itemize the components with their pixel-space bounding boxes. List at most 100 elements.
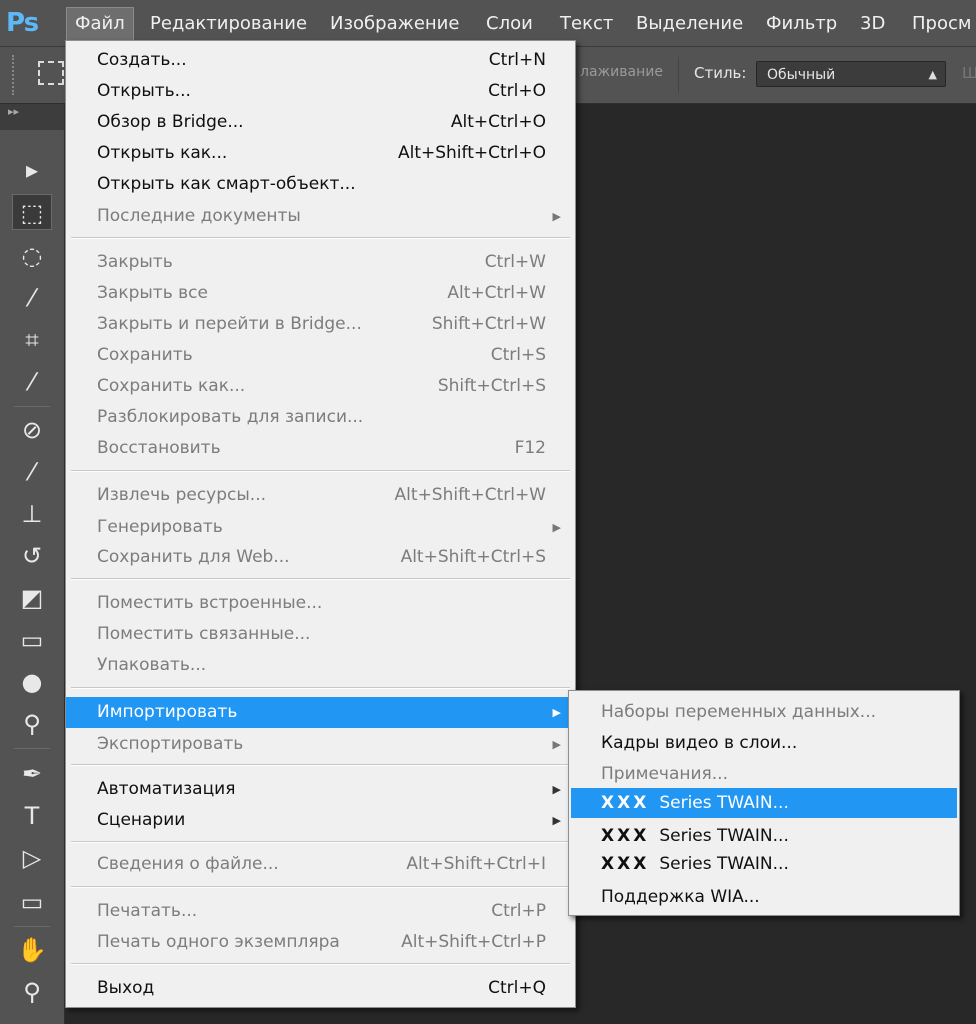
rect-marquee-icon[interactable]: ⬚ (12, 194, 52, 230)
menu-item-exit[interactable]: Выход Ctrl+Q (66, 973, 575, 1004)
menu-item-label: Сценарии (97, 810, 186, 830)
menu-item-label: Сохранить для Web... (97, 547, 290, 567)
menu-item-place-embedded[interactable]: Поместить встроенные... (66, 588, 575, 619)
menu-separator (71, 841, 570, 843)
tools-panel-header[interactable]: ▸▸ (0, 104, 64, 130)
menu-item-print-one[interactable]: Печать одного экземпляра Alt+Shift+Ctrl+… (66, 927, 575, 958)
brush-icon[interactable]: ⁄ (12, 454, 52, 490)
submenu-item-variable-data-sets[interactable]: Наборы переменных данных... (571, 697, 957, 727)
menu-item-browse-bridge[interactable]: Обзор в Bridge... Alt+Ctrl+O (66, 107, 575, 138)
menu-item-save-as[interactable]: Сохранить как... Shift+Ctrl+S (66, 371, 575, 402)
menu-item-label: Сведения о файле... (97, 854, 279, 874)
menu-item-package[interactable]: Упаковать... (66, 650, 575, 681)
crop-icon[interactable]: ⌗ (12, 322, 52, 358)
menu-file[interactable]: Файл (66, 7, 134, 41)
menu-item-generate[interactable]: Генерировать ▶ (66, 512, 575, 543)
menu-item-label: Создать... (97, 50, 187, 70)
menu-item-label: Сохранить (97, 345, 193, 365)
clone-stamp-icon[interactable]: ⊥ (12, 496, 52, 532)
menu-item-shortcut: Shift+Ctrl+S (437, 376, 546, 396)
submenu-item-label: Наборы переменных данных... (601, 702, 877, 722)
submenu-item-label: Series TWAIN... (659, 793, 789, 813)
tools-divider (14, 406, 50, 407)
blur-icon[interactable]: ● (12, 664, 52, 700)
menu-item-file-info[interactable]: Сведения о файле... Alt+Shift+Ctrl+I (66, 849, 575, 880)
file-menu: Создать... Ctrl+N Открыть... Ctrl+O Обзо… (65, 40, 576, 1008)
type-icon[interactable]: T (12, 798, 52, 834)
menu-item-unlock[interactable]: Разблокировать для записи... (66, 402, 575, 433)
menu-separator (71, 237, 570, 239)
menu-item-label: Восстановить (97, 438, 221, 458)
menu-type[interactable]: Текст (552, 8, 621, 40)
menu-item-label: Извлечь ресурсы... (97, 485, 266, 505)
menu-item-close[interactable]: Закрыть Ctrl+W (66, 247, 575, 278)
menu-item-export[interactable]: Экспортировать ▶ (66, 729, 575, 760)
menu-item-place-linked[interactable]: Поместить связанные... (66, 619, 575, 650)
menu-item-automate[interactable]: Автоматизация ▶ (66, 774, 575, 805)
rectangle-icon[interactable]: ▭ (12, 884, 52, 920)
submenu-item-video-frames[interactable]: Кадры видео в слои... (571, 728, 957, 758)
menu-select[interactable]: Выделение (628, 8, 751, 40)
menu-item-save[interactable]: Сохранить Ctrl+S (66, 340, 575, 371)
menu-item-revert[interactable]: Восстановить F12 (66, 433, 575, 464)
menu-item-print[interactable]: Печатать... Ctrl+P (66, 896, 575, 927)
menu-item-close-go-bridge[interactable]: Закрыть и перейти в Bridge... Shift+Ctrl… (66, 309, 575, 340)
menu-item-label: Упаковать... (97, 655, 207, 675)
submenu-item-notes[interactable]: Примечания... (571, 759, 957, 789)
submenu-item-wia[interactable]: Поддержка WIA... (571, 882, 957, 912)
path-select-icon[interactable]: ▷ (12, 840, 52, 876)
menu-item-open[interactable]: Открыть... Ctrl+O (66, 76, 575, 107)
submenu-item-label-wrap: XXX Series TWAIN... (601, 821, 789, 851)
submenu-item-twain-2[interactable]: XXX Series TWAIN... (571, 821, 957, 851)
menu-layers[interactable]: Слои (478, 8, 541, 40)
menu-image[interactable]: Изображение (322, 8, 467, 40)
healing-brush-icon[interactable]: ⊘ (12, 412, 52, 448)
eyedropper-icon[interactable]: ⁄ (12, 364, 52, 400)
menu-item-label: Сохранить как... (97, 376, 246, 396)
width-label: Ш (962, 64, 976, 82)
menu-item-extract-assets[interactable]: Извлечь ресурсы... Alt+Shift+Ctrl+W (66, 480, 575, 511)
eraser-icon[interactable]: ◩ (12, 580, 52, 616)
zoom-icon[interactable]: ⚲ (12, 974, 52, 1010)
menu-item-recent[interactable]: Последние документы ▶ (66, 201, 575, 232)
import-submenu: Наборы переменных данных... Кадры видео … (568, 690, 960, 916)
options-grip[interactable] (12, 55, 17, 95)
gradient-icon[interactable]: ▭ (12, 622, 52, 658)
menu-separator (71, 578, 570, 580)
submenu-arrow-icon: ▶ (552, 706, 561, 719)
menu-view[interactable]: Просм (904, 8, 976, 40)
history-brush-icon[interactable]: ↺ (12, 538, 52, 574)
submenu-item-label: Series TWAIN... (659, 854, 789, 874)
tools-divider (14, 748, 50, 749)
marquee-preset-icon[interactable] (38, 61, 64, 85)
hand-icon[interactable]: ✋ (12, 932, 52, 968)
submenu-item-label: Series TWAIN... (659, 826, 789, 846)
submenu-item-twain-3[interactable]: XXX Series TWAIN... (571, 849, 957, 879)
style-select[interactable]: Обычный ▲ (756, 61, 946, 87)
menu-edit[interactable]: Редактирование (142, 8, 315, 40)
menu-item-label: Генерировать (97, 517, 223, 537)
dodge-icon[interactable]: ⚲ (12, 706, 52, 742)
menu-item-label: Открыть как смарт-объект... (97, 174, 356, 194)
submenu-item-label: Кадры видео в слои... (601, 733, 798, 753)
menu-item-save-for-web[interactable]: Сохранить для Web... Alt+Shift+Ctrl+S (66, 542, 575, 573)
menu-item-import[interactable]: Импортировать ▶ (66, 697, 575, 728)
menu-item-create[interactable]: Создать... Ctrl+N (66, 45, 575, 76)
menu-item-scripts[interactable]: Сценарии ▶ (66, 805, 575, 836)
menu-separator (71, 687, 570, 689)
lasso-icon[interactable]: ◌ (12, 238, 52, 274)
quick-select-icon[interactable]: ⁄ (12, 280, 52, 316)
menu-item-open-smart-object[interactable]: Открыть как смарт-объект... (66, 169, 575, 200)
submenu-item-twain-1[interactable]: XXX Series TWAIN... (571, 788, 957, 818)
menu-item-label: Закрыть (97, 252, 173, 272)
menu-item-label: Автоматизация (97, 779, 236, 799)
menu-item-close-all[interactable]: Закрыть все Alt+Ctrl+W (66, 278, 575, 309)
menu-3d[interactable]: 3D (852, 8, 893, 40)
menu-item-shortcut: Ctrl+O (488, 81, 546, 101)
menu-item-open-as[interactable]: Открыть как... Alt+Shift+Ctrl+O (66, 138, 575, 169)
menu-item-shortcut: F12 (514, 438, 546, 458)
move-icon[interactable]: ▸ (12, 152, 52, 188)
menu-filter[interactable]: Фильтр (758, 8, 845, 40)
tools-panel: ▸▸ ▸ ⬚ ◌ ⁄ ⌗ ⁄ ⊘ ⁄ ⊥ ↺ ◩ ▭ ● ⚲ ✒ T ▷ ▭ ✋… (0, 104, 65, 1024)
pen-icon[interactable]: ✒ (12, 756, 52, 792)
